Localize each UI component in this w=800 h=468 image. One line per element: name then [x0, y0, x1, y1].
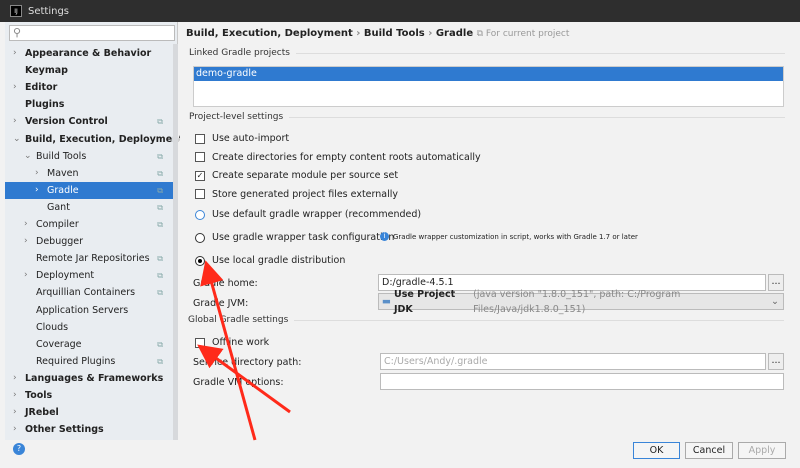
red-arrow-local-distribution	[200, 260, 257, 441]
annotation-arrows	[197, 260, 291, 441]
